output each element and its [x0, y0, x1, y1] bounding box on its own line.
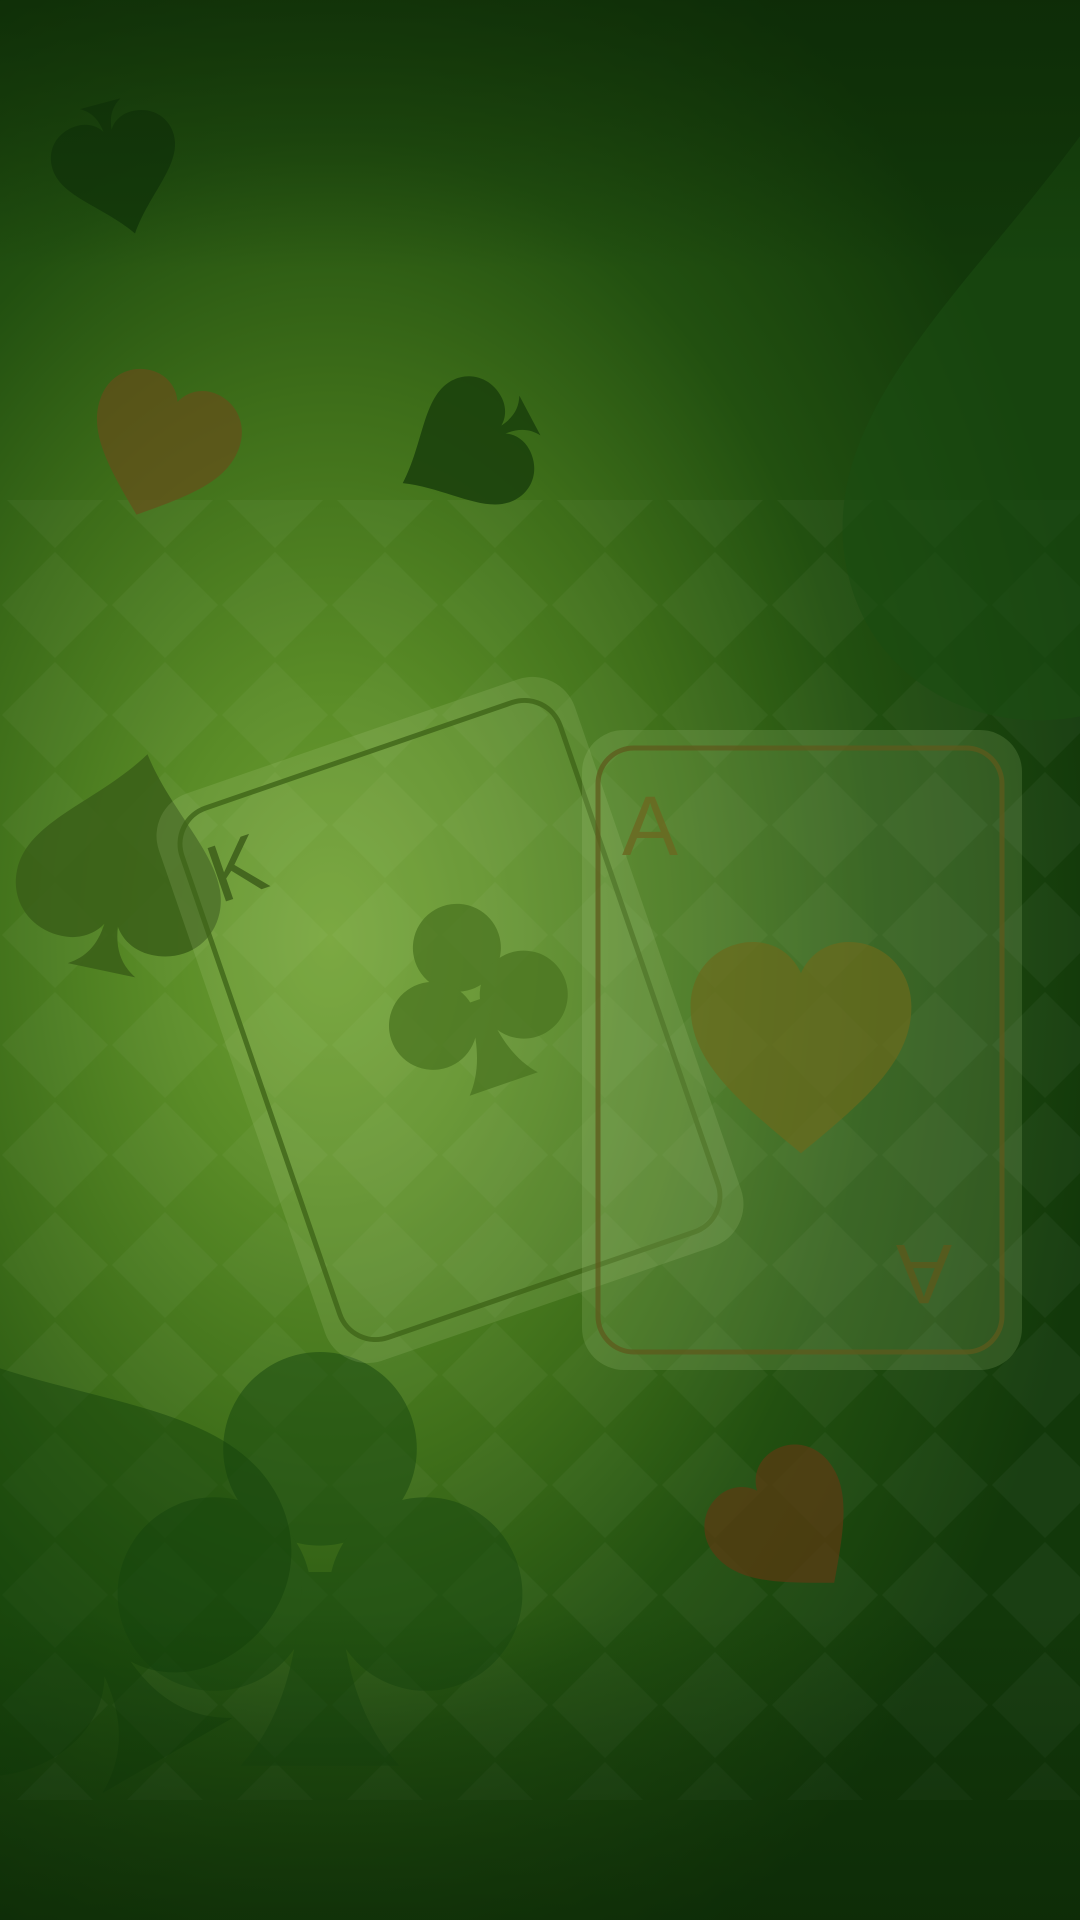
ace-card: A A	[582, 730, 1022, 1370]
spade-icon	[39, 87, 196, 250]
background-scene: K A A	[0, 0, 1080, 1868]
card-rank: A	[622, 779, 678, 873]
card-rank-inverted: A	[896, 1227, 952, 1321]
